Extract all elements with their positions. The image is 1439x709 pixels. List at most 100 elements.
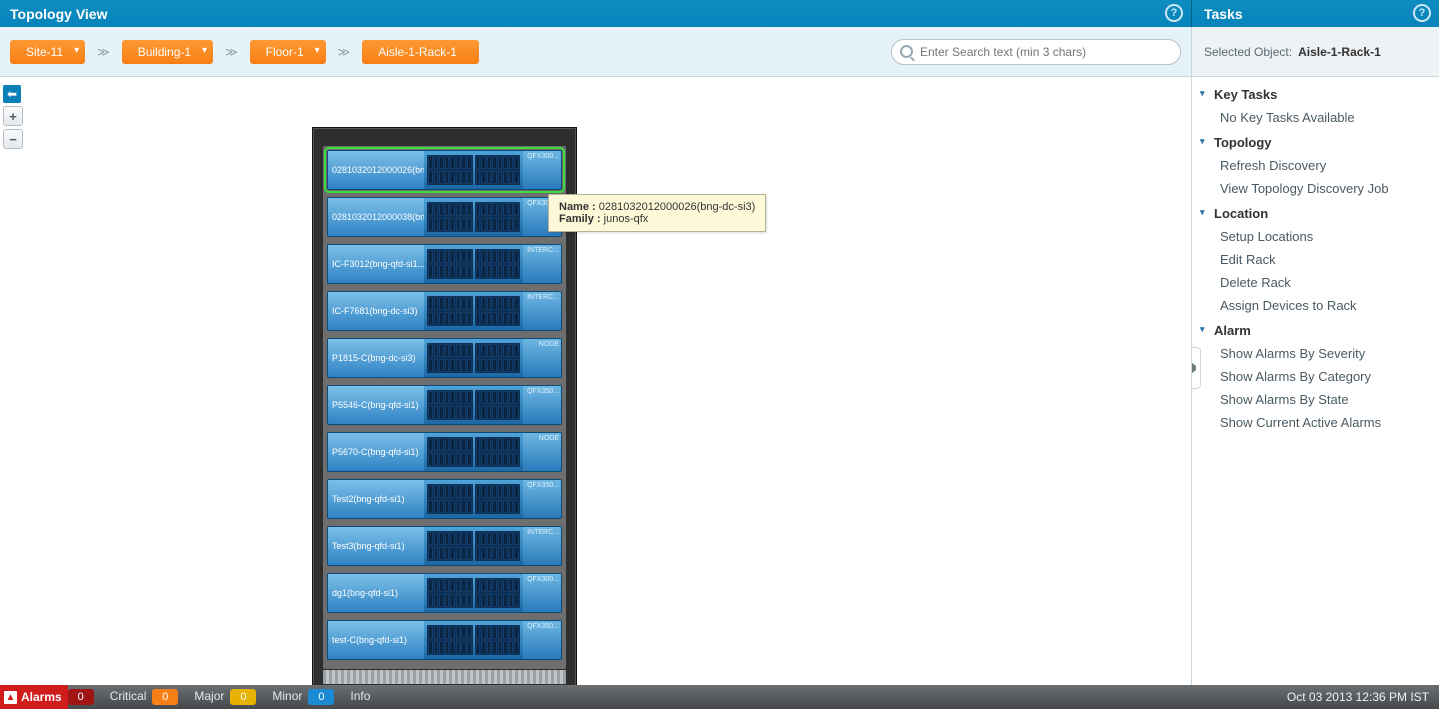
breadcrumb-separator-icon: ≫ bbox=[225, 45, 238, 59]
task-item[interactable]: Delete Rack bbox=[1200, 271, 1439, 294]
breadcrumb-separator-icon: ≫ bbox=[338, 45, 351, 59]
alarms-button[interactable]: ▲ Alarms bbox=[0, 685, 68, 709]
device-type-tag: QFX300... bbox=[523, 574, 561, 612]
panel-collapse-handle[interactable] bbox=[1191, 347, 1201, 389]
tasks-panel: Key TasksNo Key Tasks AvailableTopologyR… bbox=[1191, 77, 1439, 685]
rack-device[interactable]: dg1(bng-qfd-si1) QFX300... bbox=[327, 573, 562, 613]
topology-canvas[interactable]: ⬅ + − 0281032012000026(bng...QFX300...02… bbox=[0, 77, 1191, 685]
breadcrumb-item[interactable]: Site-11 bbox=[10, 40, 85, 64]
breadcrumb-bar: Site-11 ≫ Building-1 ≫ Floor-1 ≫ Aisle-1-Rack-… bbox=[0, 27, 1191, 77]
device-type-tag: QFX300... bbox=[523, 151, 561, 189]
topology-title: Topology View bbox=[10, 6, 108, 22]
device-type-tag: QFX350... bbox=[523, 386, 561, 424]
device-type-tag: NODE bbox=[523, 433, 561, 471]
alarm-count-badge[interactable]: 0 bbox=[230, 689, 256, 705]
task-section-header[interactable]: Location bbox=[1200, 202, 1439, 225]
status-bar: ▲ Alarms 0 Critical 0 Major 0 Minor 0 Info Oct … bbox=[0, 685, 1439, 709]
device-label: dg1(bng-qfd-si1) bbox=[328, 574, 424, 612]
rack: 0281032012000026(bng...QFX300...02810320… bbox=[312, 127, 577, 685]
tasks-header: Tasks ? bbox=[1191, 0, 1439, 27]
breadcrumb-item[interactable]: Floor-1 bbox=[250, 40, 326, 64]
breadcrumb-item[interactable]: Building-1 bbox=[122, 40, 213, 64]
task-item[interactable]: Assign Devices to Rack bbox=[1200, 294, 1439, 317]
device-type-tag: NODE bbox=[523, 339, 561, 377]
alarm-level-label: Major bbox=[194, 689, 224, 703]
tooltip-family-value: junos-qfx bbox=[604, 213, 649, 225]
rack-device[interactable]: IC-F3012(bng-qfd-si1... INTERC... bbox=[327, 244, 562, 284]
footer-timestamp: Oct 03 2013 12:36 PM IST bbox=[1287, 690, 1429, 704]
tasks-help-icon[interactable]: ? bbox=[1413, 4, 1431, 22]
device-type-tag: INTERC... bbox=[523, 292, 561, 330]
selected-object-value: Aisle-1-Rack-1 bbox=[1298, 45, 1381, 59]
rack-device[interactable]: P5670-C(bng-qfd-si1) NODE bbox=[327, 432, 562, 472]
tooltip-name-value: 0281032012000026(bng-dc-si3) bbox=[599, 201, 756, 213]
device-type-tag: QFX350... bbox=[523, 621, 561, 659]
device-label: test-C(bng-qfd-si1) bbox=[328, 621, 424, 659]
device-ports bbox=[424, 433, 523, 471]
selected-object-label: Selected Object: bbox=[1204, 45, 1292, 59]
device-tooltip: Name : 0281032012000026(bng-dc-si3) Fami… bbox=[548, 194, 766, 232]
device-type-tag: INTERC... bbox=[523, 245, 561, 283]
task-item[interactable]: Setup Locations bbox=[1200, 225, 1439, 248]
task-item[interactable]: No Key Tasks Available bbox=[1200, 106, 1439, 129]
device-label: P1815-C(bng-dc-si3) bbox=[328, 339, 424, 377]
device-ports bbox=[424, 621, 523, 659]
device-ports bbox=[424, 480, 523, 518]
rack-device[interactable]: P1815-C(bng-dc-si3) NODE bbox=[327, 338, 562, 378]
task-section-header[interactable]: Topology bbox=[1200, 131, 1439, 154]
device-type-tag: INTERC... bbox=[523, 527, 561, 565]
task-item[interactable]: Show Current Active Alarms bbox=[1200, 411, 1439, 434]
rack-device[interactable]: P5546-C(bng-qfd-si1) QFX350... bbox=[327, 385, 562, 425]
alarm-level-label: Info bbox=[350, 689, 370, 703]
help-icon[interactable]: ? bbox=[1165, 4, 1183, 22]
device-label: P5670-C(bng-qfd-si1) bbox=[328, 433, 424, 471]
rack-device[interactable]: Test3(bng-qfd-si1)INTERC... bbox=[327, 526, 562, 566]
task-section-header[interactable]: Alarm bbox=[1200, 319, 1439, 342]
task-item[interactable]: View Topology Discovery Job bbox=[1200, 177, 1439, 200]
task-item[interactable]: Show Alarms By State bbox=[1200, 388, 1439, 411]
task-item[interactable]: Show Alarms By Severity bbox=[1200, 342, 1439, 365]
device-ports bbox=[424, 245, 523, 283]
alarm-count-badge[interactable]: 0 bbox=[152, 689, 178, 705]
alarm-count-badge[interactable]: 0 bbox=[308, 689, 334, 705]
zoom-in-button[interactable]: + bbox=[3, 106, 23, 126]
alarm-level-label: Minor bbox=[272, 689, 302, 703]
search-icon bbox=[900, 45, 913, 58]
device-ports bbox=[424, 339, 523, 377]
device-label: Test2(bng-qfd-si1) bbox=[328, 480, 424, 518]
device-label: 0281032012000026(bng... bbox=[328, 151, 424, 189]
alarm-level-label: Critical bbox=[110, 689, 147, 703]
rack-device[interactable]: test-C(bng-qfd-si1) QFX350... bbox=[327, 620, 562, 660]
zoom-out-button[interactable]: − bbox=[3, 129, 23, 149]
device-ports bbox=[424, 198, 523, 236]
rack-device[interactable]: IC-F7681(bng-dc-si3) INTERC... bbox=[327, 291, 562, 331]
device-label: P5546-C(bng-qfd-si1) bbox=[328, 386, 424, 424]
breadcrumb-separator-icon: ≫ bbox=[97, 45, 110, 59]
search-wrap bbox=[891, 39, 1181, 65]
device-ports bbox=[424, 292, 523, 330]
rack-device[interactable]: 0281032012000026(bng... QFX300... bbox=[327, 150, 562, 190]
rack-device[interactable]: Test2(bng-qfd-si1) QFX350... bbox=[327, 479, 562, 519]
tooltip-name-label: Name : bbox=[559, 201, 596, 213]
device-type-tag: QFX350... bbox=[523, 480, 561, 518]
device-label: IC-F7681(bng-dc-si3) bbox=[328, 292, 424, 330]
device-ports bbox=[424, 151, 523, 189]
device-ports bbox=[424, 386, 523, 424]
tooltip-family-label: Family : bbox=[559, 213, 601, 225]
task-section-header[interactable]: Key Tasks bbox=[1200, 83, 1439, 106]
search-input[interactable] bbox=[891, 39, 1181, 65]
device-ports bbox=[424, 527, 523, 565]
task-item[interactable]: Edit Rack bbox=[1200, 248, 1439, 271]
selected-object-bar: Selected Object: Aisle-1-Rack-1 bbox=[1191, 27, 1439, 77]
alarms-label: Alarms bbox=[21, 690, 62, 704]
rack-device[interactable]: 0281032012000038(bng...QFX300... bbox=[327, 197, 562, 237]
task-item[interactable]: Show Alarms By Category bbox=[1200, 365, 1439, 388]
back-button[interactable]: ⬅ bbox=[3, 85, 21, 103]
alarm-count-badge[interactable]: 0 bbox=[68, 689, 94, 705]
device-label: IC-F3012(bng-qfd-si1... bbox=[328, 245, 424, 283]
breadcrumb-item[interactable]: Aisle-1-Rack-1 bbox=[362, 40, 479, 64]
device-ports bbox=[424, 574, 523, 612]
task-item[interactable]: Refresh Discovery bbox=[1200, 154, 1439, 177]
topology-header: Topology View ? bbox=[0, 0, 1191, 27]
rack-foot bbox=[323, 670, 566, 684]
